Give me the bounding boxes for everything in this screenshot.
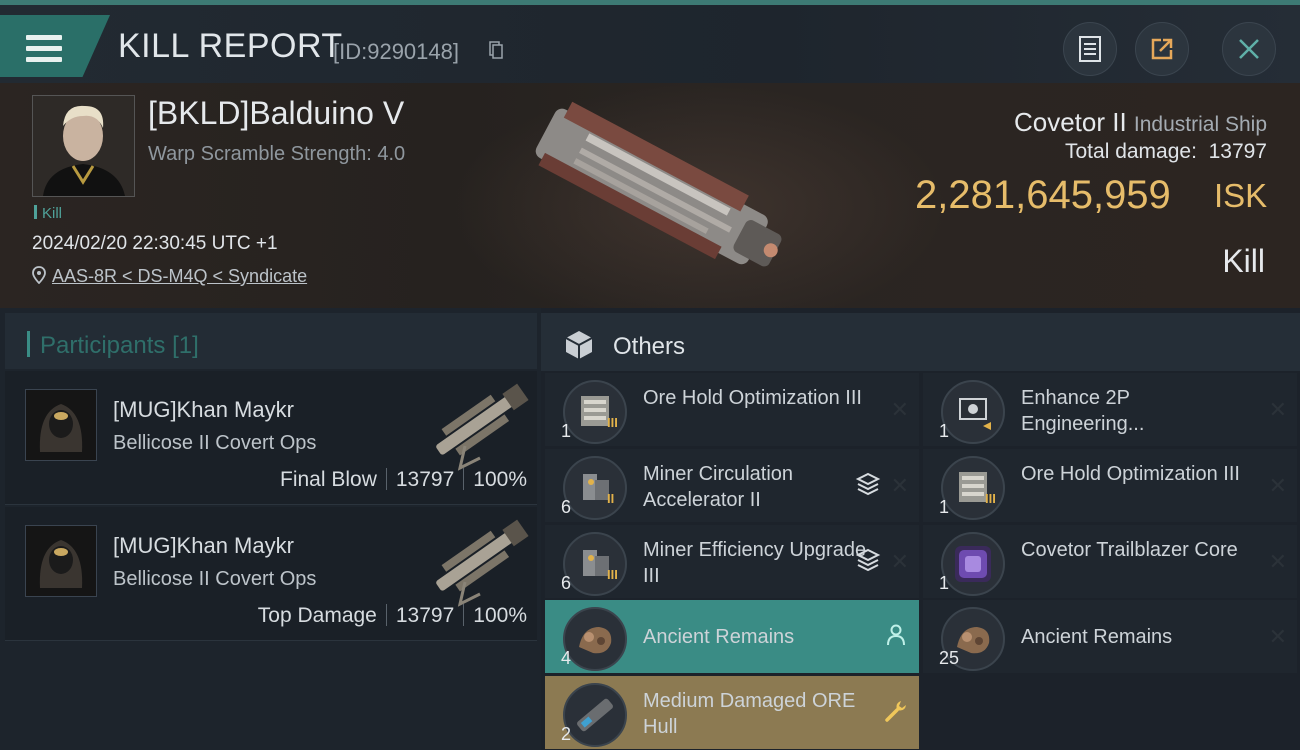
location-pin-icon	[32, 266, 46, 285]
cube-icon	[565, 331, 593, 359]
victim-name[interactable]: [BKLD]Balduino V	[148, 95, 404, 132]
participant-ship: Bellicose II Covert Ops	[113, 568, 317, 590]
loot-item[interactable]: 1 Covetor Trailblazer Core ✕	[923, 525, 1297, 598]
module-cargo-icon	[563, 380, 627, 444]
item-name: Medium Damaged ORE Hull	[643, 690, 856, 738]
menu-icon	[26, 35, 62, 69]
loot-item[interactable]: 4 Ancient Remains	[545, 600, 919, 673]
isk-unit: ISK	[1214, 177, 1268, 214]
destroyed-icon: ✕	[890, 473, 909, 498]
participants-title: Participants [1]	[27, 331, 199, 360]
close-button[interactable]	[1222, 22, 1276, 76]
victim-ship-image	[535, 101, 782, 267]
pilot-icon	[887, 624, 905, 646]
participant-name: [MUG]Khan Maykr	[113, 533, 294, 558]
menu-button[interactable]	[0, 15, 110, 77]
loot-item[interactable]: III 6 Miner Efficiency Upgrade III ✕	[545, 525, 919, 598]
item-quantity: 4	[561, 648, 572, 668]
loot-item[interactable]: 25 Ancient Remains ✕	[923, 600, 1297, 673]
header-bar: KILL REPORT [ID:9290148]	[0, 5, 1300, 83]
kill-tag: Kill	[34, 205, 62, 222]
share-button[interactable]	[1135, 22, 1189, 76]
module-miner-icon	[563, 532, 627, 596]
destroyed-icon: ✕	[890, 549, 909, 574]
loot-item[interactable]: III 1 Ore Hold Optimization III ✕	[545, 373, 919, 446]
participant-stats: Final Blow 13797 100%	[280, 468, 527, 491]
item-name: Covetor Trailblazer Core	[1021, 539, 1238, 561]
item-quantity: 6	[561, 497, 572, 517]
destroyed-icon: ✕	[1268, 473, 1287, 498]
item-quantity: 25	[939, 648, 960, 668]
destroyed-icon: ✕	[1268, 624, 1287, 649]
item-name: Ancient Remains	[643, 626, 795, 648]
loot-item[interactable]: III 1 Ore Hold Optimization III ✕	[923, 449, 1297, 522]
others-title: Others	[613, 333, 686, 360]
others-header: Others	[541, 313, 1300, 371]
item-name: Enhance 2P Engineering...	[1021, 387, 1145, 435]
stack-icon	[855, 548, 881, 572]
participant-stats: Top Damage 13797 100%	[257, 604, 527, 627]
others-panel: Others III 1 Ore Hold Optimization III ✕…	[541, 308, 1300, 750]
core-icon	[941, 532, 1005, 596]
item-quantity: 1	[939, 573, 950, 593]
item-name: Ore Hold Optimization III	[643, 387, 862, 409]
kill-location[interactable]: AAS-8R < DS-M4Q < Syndicate	[32, 266, 307, 287]
loot-item[interactable]: 2 Medium Damaged ORE Hull	[545, 676, 919, 749]
close-icon	[1239, 39, 1259, 59]
participant-avatar	[25, 389, 97, 461]
participant-ship: Bellicose II Covert Ops	[113, 432, 317, 454]
loot-item[interactable]: 1 Enhance 2P Engineering... ✕	[923, 373, 1297, 446]
warp-scramble-strength: Warp Scramble Strength: 4.0	[148, 143, 406, 165]
hull-icon	[563, 683, 627, 747]
kill-datetime: 2024/02/20 22:30:45 UTC +1	[32, 233, 278, 254]
page-title: KILL REPORT	[118, 27, 343, 65]
helmet-avatar-image	[26, 390, 96, 460]
destroyed-icon: ✕	[890, 397, 909, 422]
tier-marker: II	[607, 491, 615, 506]
item-name: Ore Hold Optimization III	[1021, 463, 1240, 485]
victim-ship-name[interactable]: Covetor II Industrial Ship	[1014, 107, 1267, 138]
participants-panel: Participants [1] [MUG]Khan Maykr Bellico…	[0, 308, 541, 750]
destroyed-icon: ✕	[1268, 549, 1287, 574]
victim-portrait[interactable]	[32, 95, 135, 197]
share-icon	[1151, 38, 1173, 60]
tier-marker: III	[607, 415, 618, 430]
isk-value: 2,281,645,959	[915, 173, 1171, 217]
victim-summary: [BKLD]Balduino V Warp Scramble Strength:…	[0, 83, 1300, 308]
item-name: Miner Efficiency Upgrade III	[643, 539, 867, 587]
copy-icon[interactable]	[489, 41, 503, 59]
total-damage: Total damage: 13797	[1065, 140, 1267, 163]
participant-row[interactable]: [MUG]Khan Maykr Bellicose II Covert Ops …	[5, 371, 537, 505]
stack-icon	[855, 472, 881, 496]
item-quantity: 1	[561, 421, 572, 441]
loot-item[interactable]: II 6 Miner Circulation Accelerator II ✕	[545, 449, 919, 522]
remains-icon	[563, 607, 627, 671]
document-icon	[1079, 36, 1101, 62]
item-name: Ancient Remains	[1021, 626, 1173, 648]
module-miner-icon	[563, 456, 627, 520]
destroyed-icon: ✕	[1268, 397, 1287, 422]
helmet-avatar-image	[26, 526, 96, 596]
item-quantity: 1	[939, 497, 950, 517]
participant-name: [MUG]Khan Maykr	[113, 397, 294, 422]
wrench-icon	[885, 701, 906, 722]
participant-ship-icon	[436, 383, 529, 471]
pilot-portrait-image	[33, 96, 134, 196]
report-id: [ID:9290148]	[333, 39, 459, 64]
kill-result: Kill	[1222, 243, 1265, 279]
item-quantity: 2	[561, 724, 572, 744]
item-name: Miner Circulation Accelerator II	[643, 463, 794, 511]
participant-ship-icon	[436, 519, 529, 607]
chip-icon	[941, 380, 1005, 444]
participant-row[interactable]: [MUG]Khan Maykr Bellicose II Covert Ops …	[5, 507, 537, 641]
report-document-button[interactable]	[1063, 22, 1117, 76]
tier-marker: III	[985, 491, 996, 506]
participants-header[interactable]: Participants [1]	[5, 313, 537, 369]
item-quantity: 6	[561, 573, 572, 593]
participant-avatar	[25, 525, 97, 597]
tier-marker: III	[607, 567, 618, 582]
module-cargo-icon	[941, 456, 1005, 520]
item-quantity: 1	[939, 421, 950, 441]
